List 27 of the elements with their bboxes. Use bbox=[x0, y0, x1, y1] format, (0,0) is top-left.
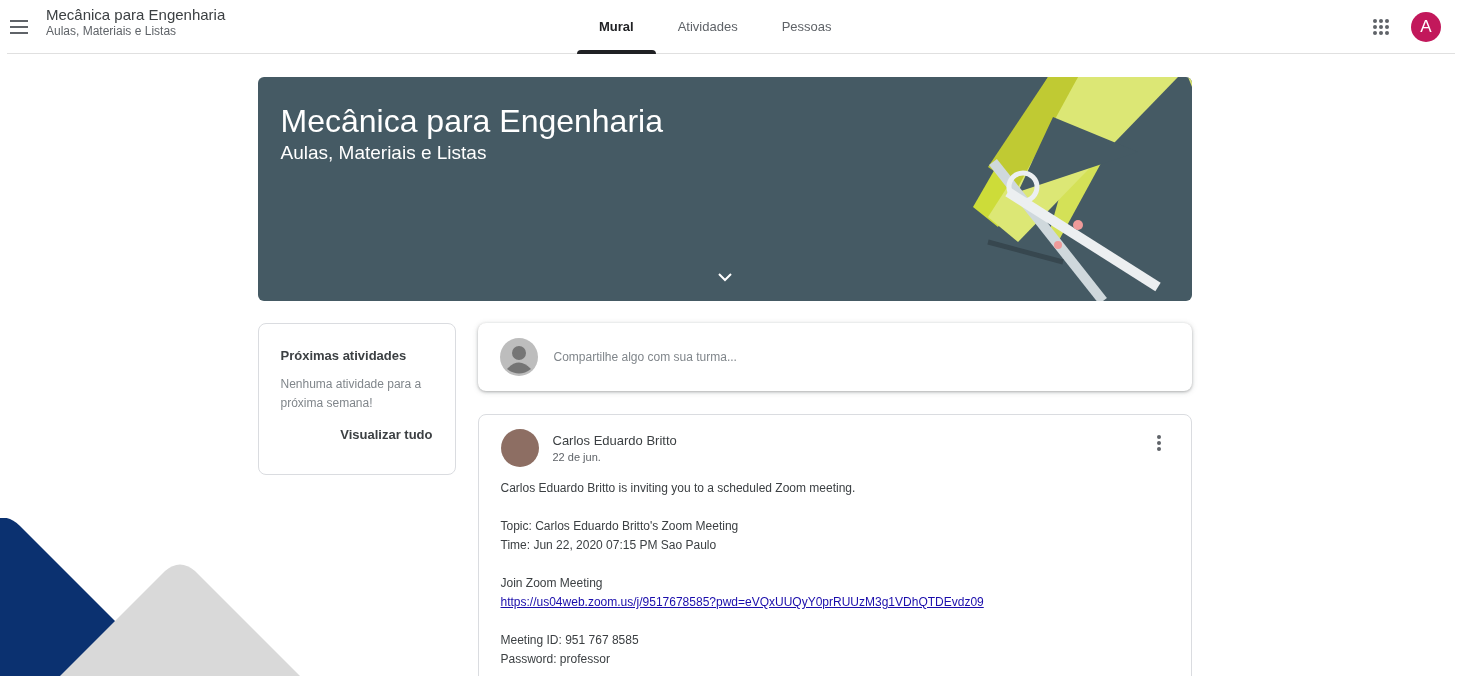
menu-icon[interactable] bbox=[10, 19, 28, 34]
class-title[interactable]: Mecânica para Engenharia bbox=[46, 6, 226, 24]
section-title: Próximas atividades bbox=[280, 348, 408, 363]
post-text-line: Topic: Carlos Eduardo Britto's Zoom Meeting bbox=[500, 518, 740, 535]
post-text-line: Meeting ID: 951 767 8585 bbox=[500, 632, 640, 649]
nav-tab[interactable]: Pessoas bbox=[759, 0, 854, 53]
author-name: Carlos Eduardo Britto bbox=[552, 433, 677, 448]
author-photo bbox=[500, 429, 539, 467]
class-subtitle: Aulas, Materiais e Listas bbox=[46, 24, 178, 39]
post-text-line: Join Zoom Meeting bbox=[500, 575, 604, 592]
nav-tab[interactable]: Mural bbox=[577, 0, 656, 53]
account-avatar[interactable]: A bbox=[1411, 11, 1441, 42]
post-date: 22 de jun. bbox=[552, 451, 602, 463]
more-options-icon[interactable] bbox=[1156, 435, 1161, 451]
user-avatar-icon bbox=[499, 338, 538, 376]
nav-tab[interactable]: Atividades bbox=[655, 0, 760, 53]
meeting-link[interactable]: https://us04web.zoom.us/j/9517678585?pwd=eVQxUUQyY0prRUUzM3g1VDhQTDEvdz09 bbox=[500, 593, 1169, 612]
share-input-field[interactable]: Compartilhe algo com sua turma... bbox=[551, 349, 1170, 365]
empty-message: Nenhuma atividade para a próxima semana! bbox=[280, 376, 423, 412]
banner-title: Mecânica para Engenharia bbox=[280, 102, 663, 141]
apps-grid-icon[interactable] bbox=[1373, 18, 1389, 35]
banner-subtitle: Aulas, Materiais e Listas bbox=[280, 141, 488, 165]
view-all-button[interactable]: Visualizar tudo bbox=[340, 427, 433, 442]
post-text-line: Password: professor bbox=[500, 651, 611, 668]
post-text-line: Time: Jun 22, 2020 07:15 PM Sao Paulo bbox=[500, 537, 718, 554]
post-text-line: Carlos Eduardo Britto is inviting you to a scheduled Zoom meeting. bbox=[500, 480, 857, 497]
chevron-down-icon[interactable] bbox=[717, 273, 732, 282]
